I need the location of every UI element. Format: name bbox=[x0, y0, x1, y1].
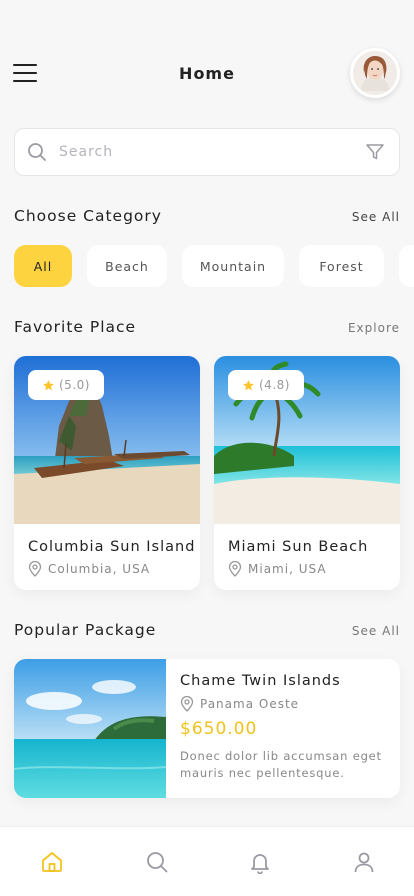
star-icon bbox=[43, 379, 54, 390]
package-location-text: Panama Oeste bbox=[200, 697, 300, 711]
home-icon[interactable] bbox=[40, 850, 64, 874]
filter-icon[interactable] bbox=[365, 142, 385, 162]
package-description: Donec dolor lib accumsan eget mauris nec… bbox=[180, 749, 382, 780]
place-name: Miami Sun Beach bbox=[228, 539, 369, 555]
category-chips: All Beach Mountain Forest bbox=[14, 245, 414, 287]
location-pin-icon bbox=[228, 561, 242, 577]
search-bar[interactable] bbox=[14, 128, 400, 176]
header: Home bbox=[0, 44, 414, 104]
category-chip-mountain[interactable]: Mountain bbox=[182, 245, 284, 287]
category-chip-forest[interactable]: Forest bbox=[299, 245, 384, 287]
package-title: Chame Twin Islands bbox=[180, 673, 341, 689]
location-pin-icon bbox=[180, 696, 194, 712]
section-title: Favorite Place bbox=[14, 318, 137, 336]
bottom-nav bbox=[0, 826, 414, 896]
favorite-section-header: Favorite Place Explore bbox=[14, 318, 400, 336]
see-all-categories-link[interactable]: See All bbox=[352, 210, 400, 224]
search-input[interactable] bbox=[59, 144, 365, 160]
place-location: Columbia, USA bbox=[28, 561, 150, 577]
profile-icon[interactable] bbox=[352, 850, 376, 874]
place-name: Columbia Sun Island bbox=[28, 539, 196, 555]
package-card[interactable]: Chame Twin Islands Panama Oeste $650.00 … bbox=[14, 659, 400, 798]
rating-badge: (4.8) bbox=[228, 370, 304, 400]
explore-link[interactable]: Explore bbox=[348, 321, 400, 335]
category-chip-partial[interactable] bbox=[399, 245, 414, 287]
category-chip-beach[interactable]: Beach bbox=[87, 245, 167, 287]
package-photo bbox=[14, 659, 166, 798]
place-card[interactable]: (5.0) Columbia Sun Island Columbia, USA bbox=[14, 356, 200, 590]
package-location: Panama Oeste bbox=[180, 696, 299, 712]
bell-icon[interactable] bbox=[248, 850, 272, 874]
rating-value: (4.8) bbox=[259, 378, 290, 392]
place-location-text: Columbia, USA bbox=[48, 562, 151, 576]
avatar[interactable] bbox=[350, 48, 400, 98]
rating-badge: (5.0) bbox=[28, 370, 104, 400]
category-chip-all[interactable]: All bbox=[14, 245, 72, 287]
star-icon bbox=[243, 379, 254, 390]
rating-value: (5.0) bbox=[59, 378, 90, 392]
avatar-image bbox=[353, 51, 397, 95]
place-location-text: Miami, USA bbox=[248, 562, 327, 576]
place-card[interactable]: (4.8) Miami Sun Beach Miami, USA bbox=[214, 356, 400, 590]
location-pin-icon bbox=[28, 561, 42, 577]
search-icon bbox=[28, 143, 46, 161]
place-location: Miami, USA bbox=[228, 561, 327, 577]
section-title: Popular Package bbox=[14, 621, 157, 639]
popular-section-header: Popular Package See All bbox=[14, 621, 400, 639]
search-icon[interactable] bbox=[145, 850, 169, 874]
section-title: Choose Category bbox=[14, 207, 162, 225]
package-price: $650.00 bbox=[180, 719, 258, 739]
category-section-header: Choose Category See All bbox=[14, 207, 400, 225]
see-all-packages-link[interactable]: See All bbox=[352, 624, 400, 638]
